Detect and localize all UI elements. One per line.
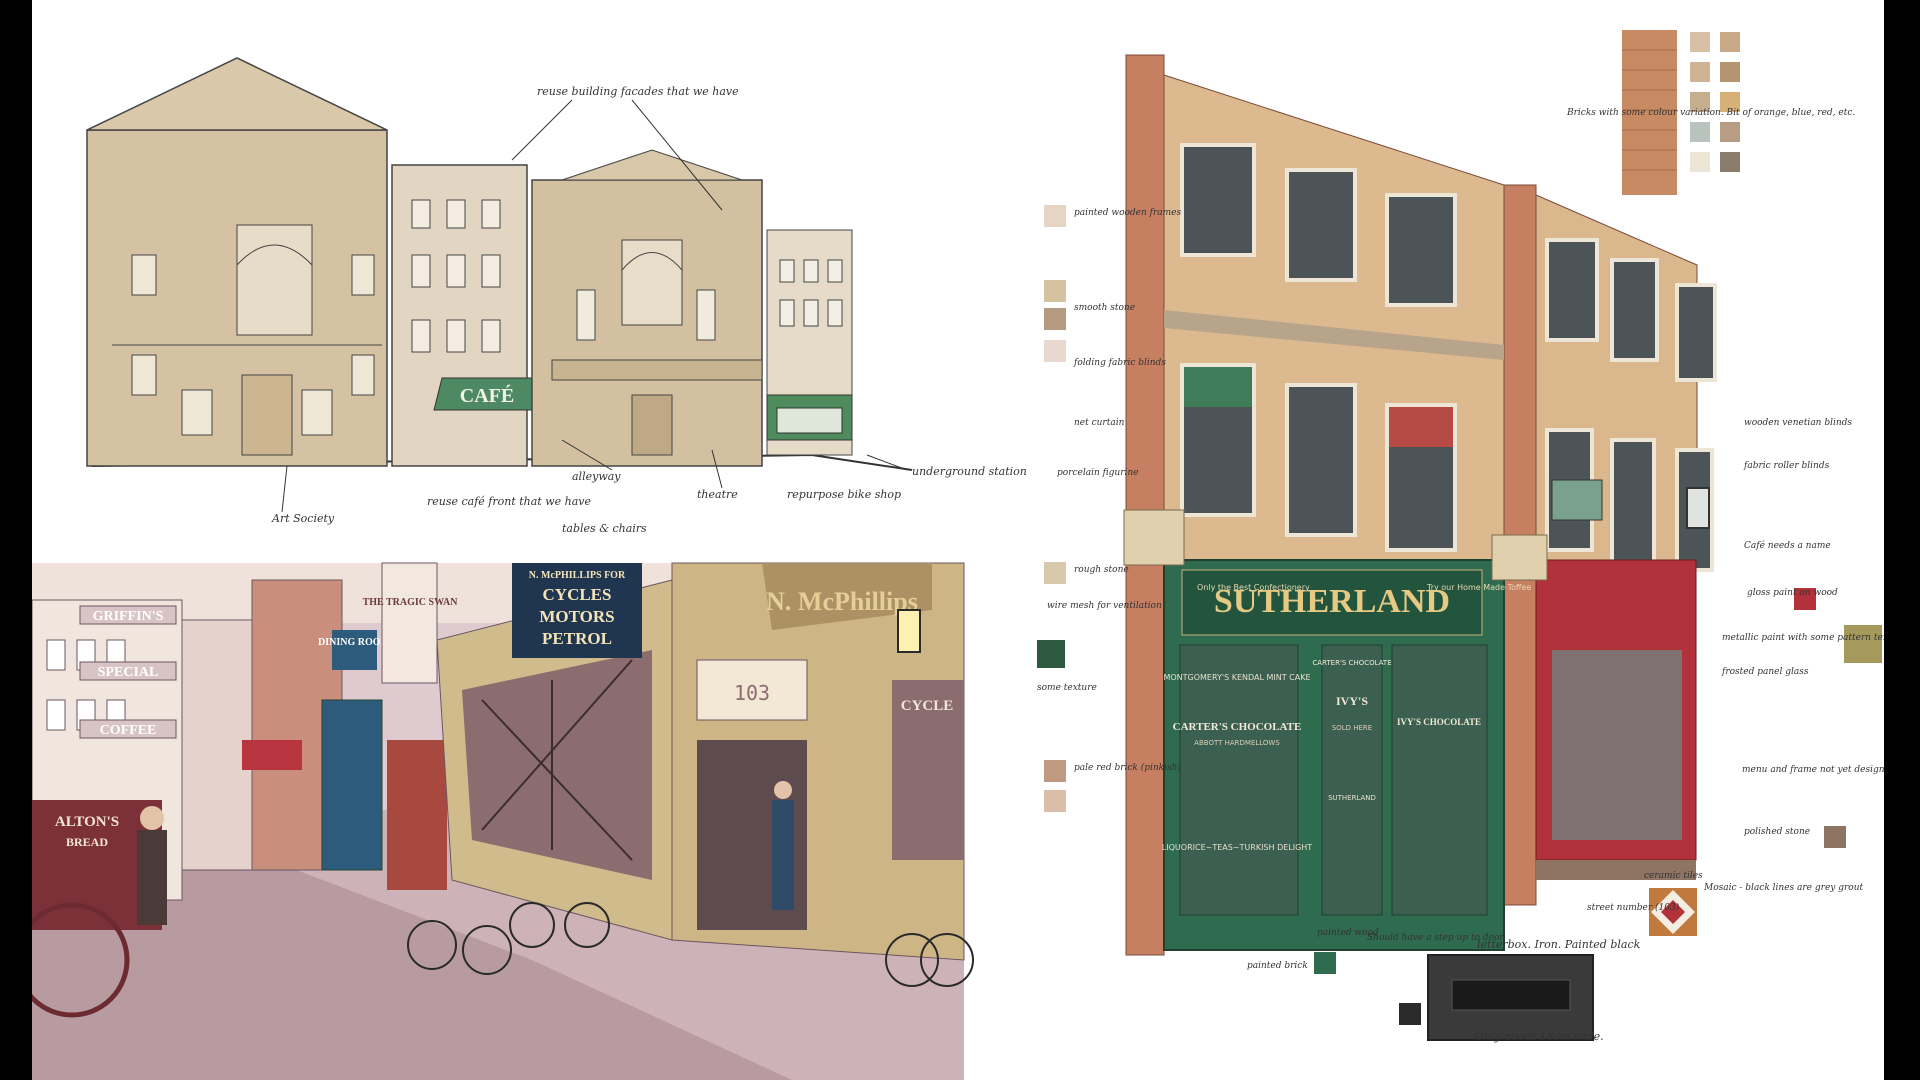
sign-liquorice: LIQUORICE~TEAS~TURKISH DELIGHT: [1162, 843, 1313, 852]
sign-montgomery: MONTGOMERY'S KENDAL MINT CAKE: [1163, 673, 1310, 682]
color-swatch: [1044, 790, 1066, 812]
sign-coffee: COFFEE: [100, 723, 157, 738]
note-cafe-name: Café needs a name: [1744, 540, 1831, 551]
note-painted-wooden: painted wooden frames: [1074, 208, 1182, 218]
sign-ivys: IVY'S: [1336, 694, 1368, 708]
sign-alton: ALTON'S: [55, 814, 119, 830]
color-swatch: [1399, 1003, 1421, 1025]
sign-tragic-swan: THE TRAGIC SWAN: [363, 597, 459, 608]
note-polished: polished stone: [1744, 827, 1810, 837]
sign-special: SPECIAL: [98, 665, 159, 680]
color-swatch: [1044, 280, 1066, 302]
color-swatch: [1314, 952, 1336, 974]
color-swatch: [1690, 32, 1710, 52]
note-ceramic: ceramic tiles: [1644, 871, 1703, 881]
note-painted-brick: painted brick: [1247, 961, 1308, 971]
sign-cycles: CYCLES: [543, 585, 612, 604]
color-swatch: [1044, 340, 1066, 362]
color-swatch: [1690, 62, 1710, 82]
theatre-building: [531, 149, 763, 467]
color-swatch: [1044, 205, 1066, 227]
sign-motors: MOTORS: [539, 607, 614, 626]
concept-art-canvas: CAFÉ reuse building facades that we have: [32, 30, 1884, 1080]
note-some-texture: some texture: [1037, 683, 1097, 693]
color-swatch: [1037, 640, 1065, 668]
note-menu: menu and frame not yet designed: [1742, 765, 1884, 775]
sign-carters: CARTER'S CHOCOLATE: [1173, 721, 1302, 733]
sign-bread: BREAD: [66, 835, 108, 849]
note-wire-mesh: wire mesh for ventilation: [1047, 601, 1162, 611]
color-swatches-right: [1794, 588, 1882, 848]
note-net-curtain: net curtain: [1074, 418, 1125, 428]
color-swatch: [1844, 625, 1882, 663]
note-gloss: gloss paint on wood: [1747, 588, 1838, 598]
sign-dining: DINING ROOM: [318, 637, 391, 648]
note-roller: fabric roller blinds: [1743, 461, 1830, 471]
sign-petrol: PETROL: [542, 629, 612, 648]
sketch-panel: CAFÉ reuse building facades that we have: [86, 57, 1027, 535]
concept-art-sheet: CAFÉ reuse building facades that we have: [32, 0, 1884, 1080]
sign-door: SUTHERLAND: [1328, 794, 1376, 802]
color-swatch: [1044, 562, 1066, 584]
note-only-18cm: Only about 18cm wide.: [1475, 1030, 1604, 1043]
color-swatch: [1720, 122, 1740, 142]
note-tables: tables & chairs: [562, 522, 647, 535]
note-reuse-cafe: reuse café front that we have: [427, 495, 592, 508]
art-society-building: [86, 57, 388, 467]
color-swatch: [1720, 32, 1740, 52]
street-scene-panel: GRIFFIN'S SPECIAL COFFEE ALTON'S BREAD D…: [32, 562, 974, 1080]
cafe-building: CAFÉ: [391, 164, 541, 467]
color-swatch: [1044, 760, 1066, 782]
color-swatch: [1824, 826, 1846, 848]
sign-sold-here: SOLD HERE: [1332, 724, 1372, 732]
note-smooth-stone: smooth stone: [1074, 303, 1135, 313]
note-venetian: wooden venetian blinds: [1744, 418, 1852, 428]
note-alleyway: alleyway: [572, 470, 621, 483]
note-pale-red: pale red brick (pinkish): [1074, 762, 1181, 773]
sign-ivys-chocolate: IVY'S CHOCOLATE: [1397, 717, 1481, 727]
sign-abbott: ABBOTT HARDMELLOWS: [1194, 739, 1280, 747]
color-swatch: [1690, 152, 1710, 172]
note-bricks: Bricks with some colour variation. Bit o…: [1566, 108, 1855, 118]
note-folding-blinds: folding fabric blinds: [1073, 358, 1166, 368]
note-street-number: street number (103): [1587, 902, 1680, 913]
sign-number-103: 103: [734, 681, 770, 705]
bike-shop-building: [766, 229, 853, 456]
note-bike-shop: repurpose bike shop: [787, 488, 901, 501]
color-swatch: [1720, 152, 1740, 172]
note-rough-stone: rough stone: [1074, 565, 1129, 575]
color-swatch: [1720, 62, 1740, 82]
note-art-society: Art Society: [271, 512, 335, 525]
color-swatches-top: [1690, 32, 1740, 172]
shopfront-panel: SUTHERLAND Only the Best Confectionery T…: [1037, 30, 1884, 1043]
note-metallic: metallic paint with some pattern texture: [1722, 633, 1884, 643]
note-letterbox: letterbox. Iron. Painted black: [1477, 938, 1641, 951]
color-swatch: [1044, 308, 1066, 330]
sign-try-home: Try our Home Made Toffee: [1426, 583, 1531, 592]
note-reuse-facades: reuse building facades that we have: [537, 85, 739, 98]
sign-cycles-right: CYCLE: [901, 698, 954, 714]
note-theatre: theatre: [697, 488, 738, 501]
note-frosted: frosted panel glass: [1721, 667, 1809, 677]
color-swatch: [1690, 122, 1710, 142]
sign-griffins: GRIFFIN'S: [93, 609, 164, 624]
sign-mcphillips-small: N. McPHILLIPS FOR: [529, 570, 626, 581]
cafe-sign: CAFÉ: [460, 384, 514, 407]
sign-only-best: Only the Best Confectionery: [1197, 583, 1310, 592]
sign-carters-small: CARTER'S CHOCOLATE: [1312, 659, 1391, 667]
sign-mcphillips-big: N. McPhillips: [766, 587, 918, 616]
note-porcelain: porcelain figurine: [1057, 468, 1139, 478]
note-mosaic: Mosaic - black lines are grey grout: [1703, 883, 1863, 893]
note-underground: underground station: [912, 465, 1027, 478]
